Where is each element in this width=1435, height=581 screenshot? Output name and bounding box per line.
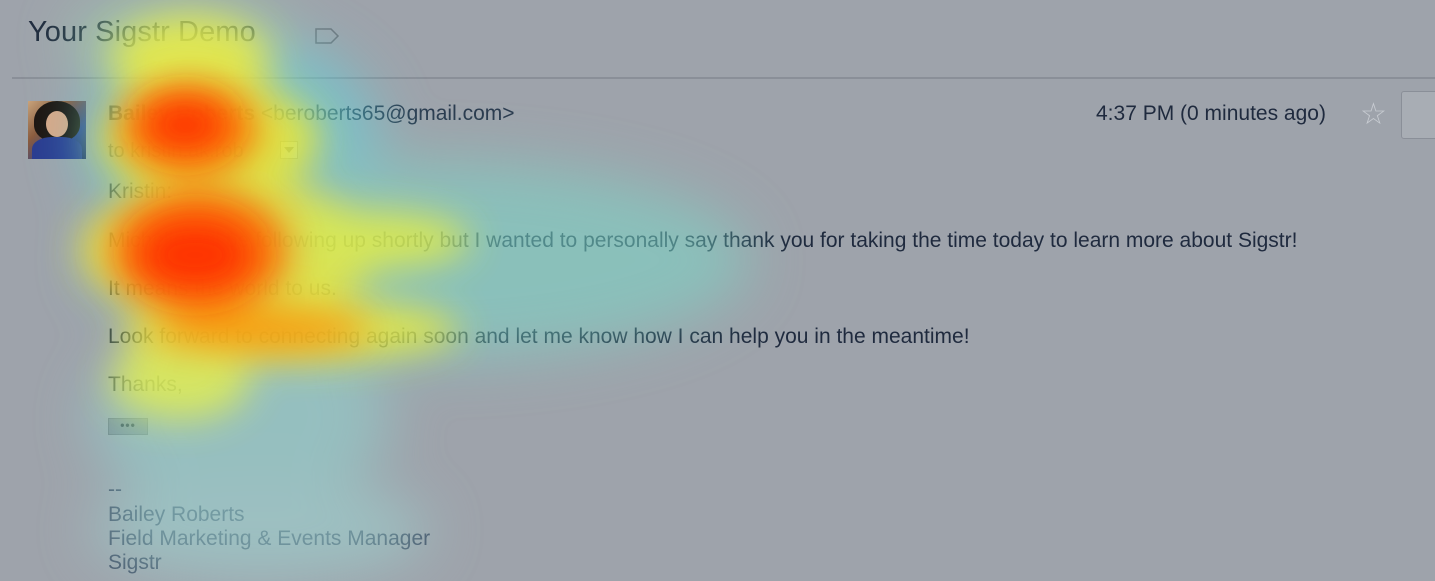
recipient-line: to kristin.ak.rob bbox=[108, 140, 244, 163]
sender-name[interactable]: Bailey Roberts bbox=[108, 102, 255, 125]
signature-company: Sigstr bbox=[108, 551, 162, 574]
recipient-prefix: to bbox=[108, 140, 125, 162]
sender-line: Bailey Roberts <beroberts65@gmail.com> bbox=[108, 102, 515, 126]
header-divider bbox=[12, 77, 1435, 79]
sender-email: <beroberts65@gmail.com> bbox=[260, 102, 515, 125]
signature-name: Bailey Roberts bbox=[108, 503, 245, 526]
label-icon[interactable] bbox=[314, 27, 340, 45]
body-paragraph-3: Look forward to connecting again soon an… bbox=[108, 325, 970, 348]
avatar[interactable] bbox=[28, 101, 86, 159]
email-subject: Your Sigstr Demo bbox=[28, 16, 256, 48]
show-trimmed-content-button[interactable]: ••• bbox=[108, 418, 148, 435]
reply-button[interactable] bbox=[1401, 91, 1435, 139]
signature-title: Field Marketing & Events Manager bbox=[108, 527, 431, 550]
signature-separator: -- bbox=[108, 478, 122, 501]
chevron-down-icon bbox=[284, 147, 294, 153]
avatar-face bbox=[46, 111, 68, 137]
star-icon[interactable]: ☆ bbox=[1360, 100, 1387, 130]
email-view: Your Sigstr Demo Bailey Roberts <berober… bbox=[0, 0, 1435, 581]
avatar-body bbox=[32, 137, 82, 159]
body-paragraph-2: It means the world to us. bbox=[108, 277, 337, 300]
email-timestamp: 4:37 PM (0 minutes ago) bbox=[1096, 102, 1326, 125]
body-greeting: Kristin: bbox=[108, 180, 173, 203]
show-details-button[interactable] bbox=[280, 141, 298, 159]
recipient-name: kristin.ak.rob bbox=[130, 140, 244, 162]
body-closing: Thanks, bbox=[108, 373, 183, 396]
body-paragraph-1: Michelle will be following up shortly bu… bbox=[108, 229, 1298, 252]
